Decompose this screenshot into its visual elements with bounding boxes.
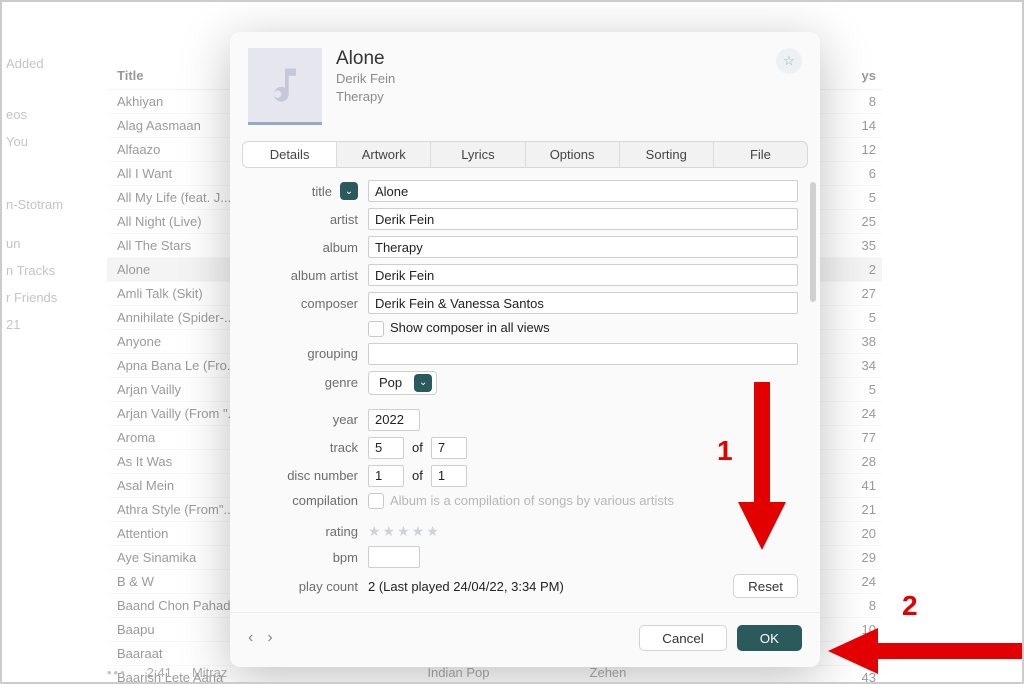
- show-composer-label: Show composer in all views: [390, 320, 550, 335]
- ok-button[interactable]: OK: [737, 625, 802, 651]
- tab-bar: DetailsArtworkLyricsOptionsSortingFile: [242, 141, 808, 168]
- label-title: title: [312, 184, 332, 199]
- reset-button[interactable]: Reset: [733, 574, 798, 598]
- label-rating: rating: [252, 524, 368, 539]
- rating-stars[interactable]: ★★★★★: [368, 523, 798, 540]
- tab-details[interactable]: Details: [243, 142, 337, 167]
- label-bpm: bpm: [252, 550, 368, 565]
- dialog-title: Alone: [336, 48, 395, 70]
- dialog-album: Therapy: [336, 88, 395, 106]
- genre-select[interactable]: Pop⌄: [368, 371, 437, 395]
- music-note-icon: [263, 63, 307, 107]
- label-disc: disc number: [252, 468, 368, 483]
- song-info-dialog: Alone Derik Fein Therapy ☆ DetailsArtwor…: [230, 32, 820, 667]
- disc-number-input[interactable]: [368, 465, 404, 487]
- tab-sorting[interactable]: Sorting: [620, 142, 714, 167]
- composer-input[interactable]: [368, 292, 798, 314]
- label-album: album: [252, 240, 368, 255]
- title-input[interactable]: [368, 180, 798, 202]
- label-album-artist: album artist: [252, 268, 368, 283]
- tab-file[interactable]: File: [714, 142, 807, 167]
- year-input[interactable]: [368, 409, 420, 431]
- album-input[interactable]: [368, 236, 798, 258]
- chevron-down-icon: ⌄: [414, 374, 432, 392]
- label-year: year: [252, 412, 368, 427]
- artist-input[interactable]: [368, 208, 798, 230]
- dialog-artist: Derik Fein: [336, 70, 395, 88]
- track-total-input[interactable]: [431, 437, 467, 459]
- label-artist: artist: [252, 212, 368, 227]
- track-number-input[interactable]: [368, 437, 404, 459]
- bpm-input[interactable]: [368, 546, 420, 568]
- disc-total-input[interactable]: [431, 465, 467, 487]
- tab-artwork[interactable]: Artwork: [337, 142, 431, 167]
- details-form: title ⌄ artist album album artist compos…: [230, 168, 820, 612]
- next-track-icon[interactable]: ›: [267, 629, 272, 647]
- label-compilation: compilation: [252, 493, 368, 508]
- label-play-count: play count: [252, 579, 368, 594]
- grouping-input[interactable]: [368, 343, 798, 365]
- scrollbar[interactable]: [810, 182, 816, 302]
- tab-options[interactable]: Options: [526, 142, 620, 167]
- compilation-hint: Album is a compilation of songs by vario…: [390, 493, 674, 508]
- play-count-value: 2 (Last played 24/04/22, 3:34 PM): [368, 579, 564, 594]
- favorite-star-icon[interactable]: ☆: [776, 48, 802, 74]
- label-composer: composer: [252, 296, 368, 311]
- cancel-button[interactable]: Cancel: [639, 625, 727, 651]
- title-field-dropdown-icon[interactable]: ⌄: [340, 182, 358, 200]
- prev-track-icon[interactable]: ‹: [248, 629, 253, 647]
- label-grouping: grouping: [252, 346, 368, 361]
- compilation-checkbox[interactable]: [368, 493, 384, 509]
- tab-lyrics[interactable]: Lyrics: [431, 142, 525, 167]
- label-track: track: [252, 440, 368, 455]
- album-art-placeholder: [248, 48, 322, 125]
- album-artist-input[interactable]: [368, 264, 798, 286]
- show-composer-checkbox[interactable]: [368, 321, 384, 337]
- label-genre: genre: [252, 375, 368, 390]
